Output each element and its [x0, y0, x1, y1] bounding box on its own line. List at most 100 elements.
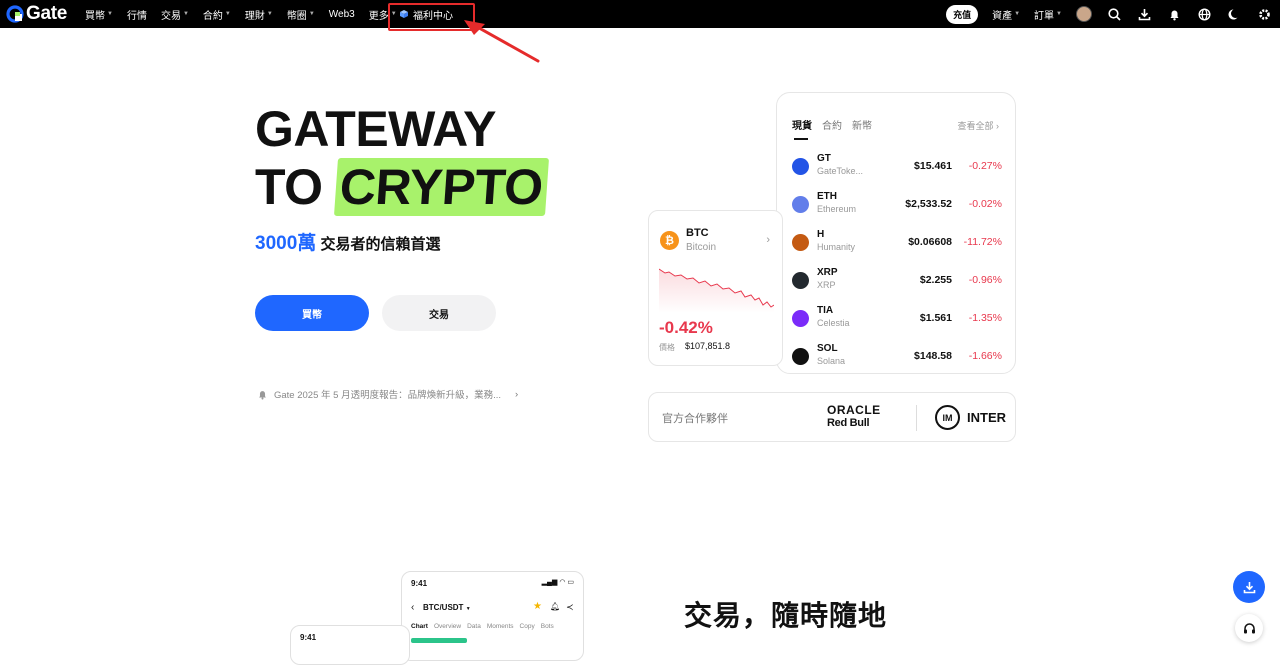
nav-item-2[interactable]: 交易 ▼ [161, 7, 189, 22]
gate-logo[interactable]: Gate [6, 3, 67, 25]
floating-support-button[interactable] [1235, 614, 1263, 642]
hero-title-to: TO [255, 159, 323, 215]
phone-tab-4: Copy [519, 623, 535, 630]
oracle-logo: ORACLE [827, 403, 881, 417]
market-row[interactable]: XRP XRP $2.255 -0.96% [792, 267, 1002, 301]
welfare-center-link[interactable]: 福利中心 [399, 0, 453, 28]
coin-symbol: ETH [817, 191, 837, 202]
btc-sparkline [659, 268, 774, 313]
market-row[interactable]: GT GateToke... $15.461 -0.27% [792, 153, 1002, 187]
hero-title: GATEWAY TO CRYPTO [255, 100, 549, 216]
view-all-label: 查看全部 [957, 121, 994, 131]
coin-symbol: SOL [817, 343, 838, 354]
bell-icon [259, 390, 266, 400]
moon-icon[interactable] [1226, 6, 1242, 22]
phone-time: 9:41 [411, 579, 428, 588]
trade-button[interactable]: 交易 [382, 295, 496, 331]
nav-item-0[interactable]: 買幣 ▼ [85, 7, 113, 22]
market-row[interactable]: H Humanity $0.06608 -11.72% [792, 229, 1002, 263]
market-tab-2[interactable]: 新幣 [852, 117, 872, 132]
view-all-link[interactable]: 查看全部 › [957, 119, 999, 132]
market-tab-0[interactable]: 現貨 [792, 117, 812, 140]
xrp-coin-icon [792, 272, 809, 289]
inter-label: INTER [967, 410, 1006, 425]
phone-status-icons: ▂▄▆ ◠ ▭ [541, 579, 574, 586]
phone2-time: 9:41 [300, 633, 317, 642]
coin-symbol: GT [817, 153, 831, 164]
coin-price: $148.58 [914, 350, 952, 362]
nav-item-label: 幣圈 [286, 10, 307, 22]
tagline-text: 交易者的信賴首選 [320, 236, 441, 253]
nav-item-4[interactable]: 理財 ▼ [245, 7, 273, 22]
pair-label: BTC/USDT [423, 603, 464, 612]
phone-tab-5: Bots [540, 623, 554, 630]
floating-download-button[interactable] [1233, 571, 1265, 603]
chevron-down-icon: ▼ [1056, 11, 1062, 17]
download-icon[interactable] [1136, 6, 1152, 22]
bell-icon: 🔔︎ [550, 602, 561, 611]
btc-name: Bitcoin [686, 242, 717, 253]
phone-tab-3: Moments [486, 623, 514, 630]
buy-crypto-button[interactable]: 買幣 [255, 295, 369, 331]
announcement-bar[interactable]: Gate 2025 年 5 月透明度報告：品牌煥新升級，業務... › [257, 387, 518, 401]
bitcoin-icon: ₿ [660, 231, 679, 250]
chevron-down-icon: ▼ [107, 11, 113, 17]
nav-item-label: 行情 [126, 10, 147, 22]
market-row[interactable]: TIA Celestia $1.561 -1.35% [792, 305, 1002, 339]
bell-icon[interactable] [1166, 6, 1182, 22]
coin-price: $2.255 [919, 274, 952, 286]
nav-item-5[interactable]: 幣圈 ▼ [287, 7, 315, 22]
phone-tab-1: Overview [433, 623, 462, 630]
sol-coin-icon [792, 348, 809, 365]
nav-item-label: 理財 [244, 10, 265, 22]
gift-box-icon [400, 10, 408, 18]
market-card: 現貨 合約 新幣 查看全部 › GT GateToke... $15.461 -0.27%… [776, 92, 1016, 374]
chevron-right-icon: › [515, 388, 519, 400]
coin-symbol: H [817, 229, 825, 240]
coin-symbol: TIA [817, 305, 834, 316]
main-menu: 買幣 ▼ 行情 交易 ▼ 合約 ▼ 理財 ▼ 幣圈 ▼ Web3 更多 ▼ [85, 0, 397, 28]
hero-title-crypto: CRYPTO [333, 158, 549, 216]
hero-tagline: 3000萬 交易者的信賴首選 [255, 228, 440, 255]
nav-item-6[interactable]: Web3 [329, 9, 355, 20]
coin-name: XRP [817, 280, 836, 290]
inter-logo: IM INTER [935, 405, 1006, 430]
coin-change: -0.96% [968, 274, 1002, 286]
phone-mockup-secondary: 9:41 [290, 625, 410, 665]
assets-label: 資產 [992, 10, 1013, 22]
coin-name: Humanity [817, 242, 856, 252]
market-tab-1[interactable]: 合約 [822, 117, 842, 132]
user-avatar[interactable] [1076, 6, 1092, 22]
hero-title-line2: TO CRYPTO [255, 158, 549, 216]
redbull-logo: Red Bull [827, 417, 870, 429]
nav-item-3[interactable]: 合約 ▼ [203, 7, 231, 22]
partners-divider [916, 405, 917, 431]
hero-title-line1: GATEWAY [255, 101, 496, 157]
globe-icon[interactable] [1196, 6, 1212, 22]
market-row[interactable]: SOL Solana $148.58 -1.66% [792, 343, 1002, 377]
coin-name: Ethereum [817, 204, 857, 214]
top-nav: Gate 買幣 ▼ 行情 交易 ▼ 合約 ▼ 理財 ▼ 幣圈 ▼ Web3 更多 ▼ 福利中心 充值 資產… [0, 0, 1280, 31]
nav-item-1[interactable]: 行情 [127, 7, 147, 22]
announcement-text: Gate 2025 年 5 月透明度報告：品牌煥新升級，業務... [274, 390, 501, 401]
eth-coin-icon [792, 196, 809, 213]
deposit-button[interactable]: 充值 [946, 4, 979, 24]
search-icon[interactable] [1106, 6, 1122, 22]
orders-menu[interactable]: 訂單 ▼ [1034, 7, 1062, 22]
coin-name: Celestia [817, 318, 850, 328]
nav-item-label: 交易 [160, 10, 181, 22]
market-row[interactable]: ETH Ethereum $2,533.52 -0.02% [792, 191, 1002, 225]
chevron-down-icon: ▼ [266, 11, 273, 17]
headset-icon [1243, 622, 1255, 633]
chevron-down-icon: ▼ [1014, 11, 1021, 17]
nav-right-tools: 充值 資產 ▼ 訂單 ▼ [946, 0, 1272, 28]
coin-change: -1.35% [968, 312, 1002, 324]
back-arrow-icon: ‹ [411, 602, 415, 613]
coin-change: -11.72% [963, 236, 1002, 248]
star-icon: ★ [533, 601, 542, 612]
coin-change: -0.27% [968, 160, 1002, 172]
gear-icon[interactable] [1256, 6, 1272, 22]
partners-label: 官方合作夥伴 [662, 413, 728, 425]
btc-card[interactable]: ₿ BTC Bitcoin › -0.42% 價格 $107,851.8 [648, 210, 783, 366]
assets-menu[interactable]: 資產 ▼ [992, 7, 1020, 22]
